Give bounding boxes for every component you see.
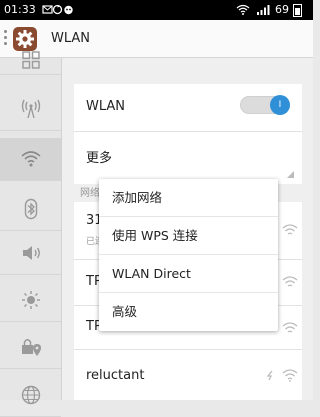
toggle-knob: I — [270, 95, 290, 115]
more-row[interactable]: 更多 — [74, 132, 302, 184]
wlan-settings-card: WLAN I 更多 — [74, 84, 302, 184]
rail-item-antenna[interactable] — [0, 88, 61, 131]
battery-icon — [293, 4, 302, 17]
sync-icon — [52, 4, 63, 15]
sync-arrows-icon — [266, 370, 273, 381]
rail-item-brightness[interactable] — [0, 279, 61, 322]
status-time: 01:33 — [4, 3, 36, 16]
signal-icon — [257, 5, 270, 15]
more-label: 更多 — [86, 151, 113, 166]
rail-item-volume[interactable] — [0, 232, 61, 275]
wifi-signal-icon — [282, 224, 298, 235]
wifi-signal-icon — [282, 276, 298, 287]
page-title: WLAN — [51, 31, 91, 46]
rail-item-grid[interactable] — [0, 46, 61, 75]
rail-item-globe[interactable] — [0, 374, 61, 417]
rail-item-security[interactable] — [0, 326, 61, 369]
rail-item-wifi[interactable] — [0, 138, 61, 181]
network-name: reluctant — [86, 368, 145, 383]
antenna-icon — [21, 99, 40, 119]
brightness-icon — [21, 291, 40, 309]
overflow-popup-menu: 添加网络 使用 WPS 连接 WLAN Direct 高级 — [99, 179, 278, 331]
globe-icon — [21, 385, 40, 405]
status-bar: 01:33 69 — [0, 0, 313, 20]
wifi-signal-icon — [282, 322, 298, 333]
battery-percent: 69 — [275, 3, 289, 16]
menu-item-add-network[interactable]: 添加网络 — [99, 179, 278, 217]
rail-item-bluetooth[interactable] — [0, 188, 61, 231]
menu-item-advanced[interactable]: 高级 — [99, 293, 278, 331]
expand-corner-icon — [287, 171, 294, 178]
wifi-icon — [20, 151, 41, 167]
wlan-toggle[interactable]: I — [240, 95, 290, 115]
bluetooth-icon — [24, 198, 37, 220]
category-rail — [0, 51, 62, 417]
wlan-toggle-row[interactable]: WLAN I — [74, 84, 302, 132]
grid-icon — [21, 51, 40, 69]
menu-item-wps-connect[interactable]: 使用 WPS 连接 — [99, 217, 278, 255]
network-item[interactable]: reluctant — [74, 350, 302, 400]
wifi-icon — [236, 4, 250, 15]
menu-item-wlan-direct[interactable]: WLAN Direct — [99, 255, 278, 293]
lock-location-icon — [21, 339, 41, 356]
wifi-signal-icon — [282, 369, 298, 382]
cat-icon — [64, 5, 73, 15]
wlan-label: WLAN — [86, 99, 126, 114]
network-section-label: 网络 — [80, 188, 100, 199]
volume-icon — [22, 246, 40, 260]
